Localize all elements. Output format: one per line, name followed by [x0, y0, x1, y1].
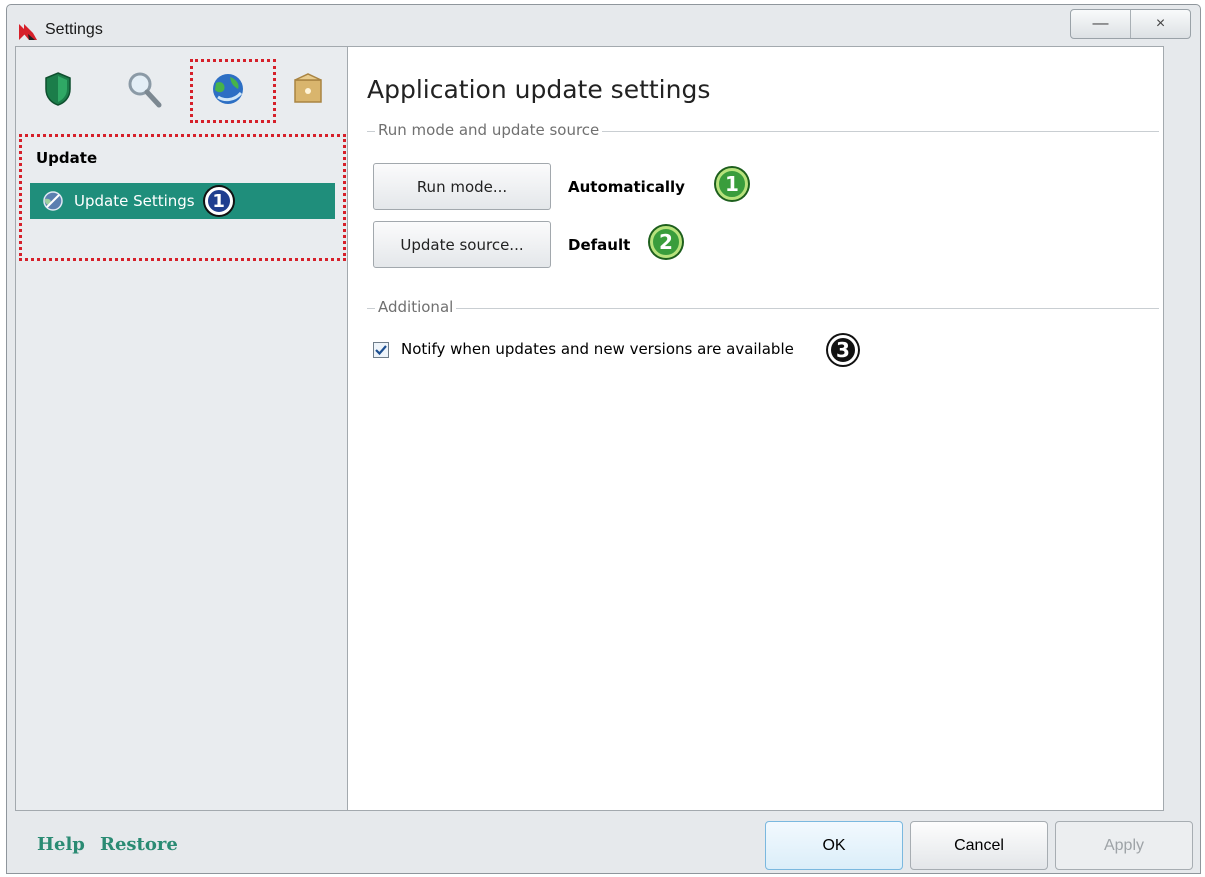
annotation-badge: 3	[828, 335, 858, 365]
run-mode-value: Automatically	[568, 178, 685, 196]
highlight-category-frame	[190, 59, 276, 123]
run-mode-button[interactable]: Run mode...	[373, 163, 551, 210]
page-title: Application update settings	[367, 75, 711, 104]
window-title: Settings	[45, 21, 103, 38]
sidebar-item-update-settings[interactable]: Update Settings 1	[30, 183, 335, 219]
group-label-run-mode: Run mode and update source	[375, 121, 603, 139]
ok-button[interactable]: OK	[765, 821, 903, 870]
window-controls: — ×	[1070, 9, 1191, 39]
notify-checkbox-label[interactable]: Notify when updates and new versions are…	[401, 340, 794, 358]
app-logo-icon	[19, 24, 37, 40]
box-icon[interactable]	[288, 67, 328, 111]
update-globe-icon	[43, 191, 63, 211]
main-panel: Application update settings Run mode and…	[347, 46, 1164, 811]
notify-checkbox[interactable]	[373, 342, 389, 358]
annotation-badge: 1	[716, 168, 748, 200]
sidebar: Update Update Settings 1	[15, 46, 347, 811]
cancel-button[interactable]: Cancel	[910, 821, 1048, 870]
annotation-badge: 1	[204, 187, 233, 215]
update-source-button[interactable]: Update source...	[373, 221, 551, 268]
group-label-additional: Additional	[375, 298, 457, 316]
group-divider	[367, 308, 1159, 309]
help-link[interactable]: Help	[37, 834, 85, 855]
annotation-badge: 2	[650, 226, 682, 258]
magnifier-icon[interactable]	[124, 67, 164, 111]
apply-button[interactable]: Apply	[1055, 821, 1193, 870]
restore-link[interactable]: Restore	[100, 834, 178, 855]
minimize-button[interactable]: —	[1071, 10, 1130, 38]
title-bar: Settings — ×	[7, 5, 1200, 51]
sidebar-section-update: Update	[36, 149, 98, 167]
close-button[interactable]: ×	[1130, 10, 1190, 38]
checkmark-icon	[375, 345, 387, 356]
sidebar-item-label: Update Settings	[74, 192, 195, 210]
shield-icon[interactable]	[38, 67, 78, 111]
update-source-value: Default	[568, 236, 631, 254]
